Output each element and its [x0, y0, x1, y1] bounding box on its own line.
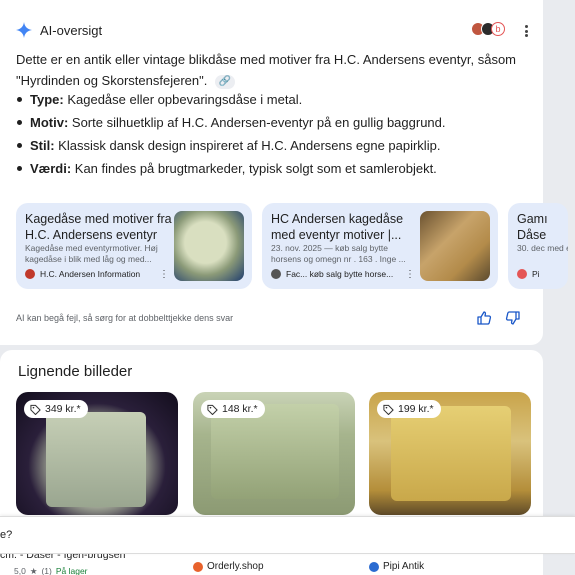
thumbs-up-icon[interactable]	[476, 310, 492, 326]
feedback-prompt-text: e?	[0, 529, 13, 541]
price-tag-icon	[30, 404, 41, 415]
link-icon[interactable]: 🔗	[214, 74, 235, 89]
more-options-icon[interactable]: ⋮	[405, 269, 415, 280]
site-favicon-icon	[517, 269, 527, 279]
source-site: Pi	[517, 269, 540, 279]
list-item: Type: Kagedåse eller opbevaringsdåse i m…	[16, 88, 534, 111]
source-thumbnail	[420, 211, 490, 281]
list-item: Stil: Klassisk dansk design inspireret a…	[16, 134, 534, 157]
price-tag-icon	[383, 404, 394, 415]
source-card[interactable]: Gamı Dåse 30. dec med ev Pi	[508, 203, 568, 289]
source-thumbnail	[174, 211, 244, 281]
price-badge: 148 kr.*	[201, 400, 265, 418]
section-title: Lignende billeder	[18, 363, 133, 380]
source-snippet: 30. dec med ev	[517, 243, 568, 253]
source-title: Kagedåse med motiver fra H.C. Andersens …	[25, 212, 172, 242]
source-site: H.C. Andersen Information	[25, 269, 140, 279]
result-rating: 5,0 ★ (1) På lager	[14, 566, 88, 575]
source-avatars[interactable]: b	[471, 22, 505, 36]
site-favicon-icon	[271, 269, 281, 279]
site-favicon-icon	[369, 561, 379, 572]
source-snippet: Kagedåse med eventyrmotiver. Høj kagedås…	[25, 243, 158, 264]
source-snippet: 23. nov. 2025 — køb salg bytte horsens o…	[271, 243, 406, 264]
price-badge: 349 kr.*	[24, 400, 88, 418]
result-site[interactable]: Orderly.shop	[193, 561, 264, 572]
similar-image-tile[interactable]: 199 kr.*	[369, 392, 531, 515]
feedback-prompt-bar[interactable]: e?	[0, 516, 575, 554]
ai-overview-title: AI-oversigt	[40, 22, 103, 38]
similar-image-tile[interactable]: 349 kr.*	[16, 392, 178, 515]
list-item: Værdi: Kan findes på brugtmarkeder, typi…	[16, 157, 534, 180]
similar-image-tile[interactable]: 148 kr.*	[193, 392, 355, 515]
product-image	[211, 404, 339, 499]
more-options-icon[interactable]	[520, 23, 532, 39]
price-tag-icon	[207, 404, 218, 415]
ai-bullet-list: Type: Kagedåse eller opbevaringsdåse i m…	[16, 88, 534, 180]
source-title: HC Andersen kagedåse med eventyr motiver…	[271, 212, 404, 242]
result-site[interactable]: Pipi Antik	[369, 561, 424, 572]
source-site: Fac... køb salg bytte horse...	[271, 269, 393, 279]
list-item: Motiv: Sorte silhuetklip af H.C. Anderse…	[16, 111, 534, 134]
product-image	[391, 406, 511, 501]
source-card[interactable]: Kagedåse med motiver fra H.C. Andersens …	[16, 203, 252, 289]
site-favicon-icon	[193, 561, 203, 572]
ai-intro-text: Dette er en antik eller vintage blikdåse…	[16, 52, 517, 88]
ai-intro-paragraph: Dette er en antik eller vintage blikdåse…	[16, 49, 534, 91]
star-icon: ★	[29, 566, 38, 575]
source-card[interactable]: HC Andersen kagedåse med eventyr motiver…	[262, 203, 498, 289]
ai-overview-header: AI-oversigt	[16, 22, 102, 38]
ai-disclaimer: AI kan begå fejl, så sørg for at dobbelt…	[16, 313, 234, 323]
product-image	[46, 412, 146, 507]
ai-overview-card: AI-oversigt b Dette er en antik eller vi…	[0, 0, 568, 345]
gemini-spark-icon	[16, 22, 32, 38]
source-title: Gamı Dåse	[517, 212, 548, 242]
thumbs-down-icon[interactable]	[505, 310, 521, 326]
more-options-icon[interactable]: ⋮	[159, 269, 169, 280]
site-favicon-icon	[25, 269, 35, 279]
avatar: b	[491, 22, 505, 36]
price-badge: 199 kr.*	[377, 400, 441, 418]
